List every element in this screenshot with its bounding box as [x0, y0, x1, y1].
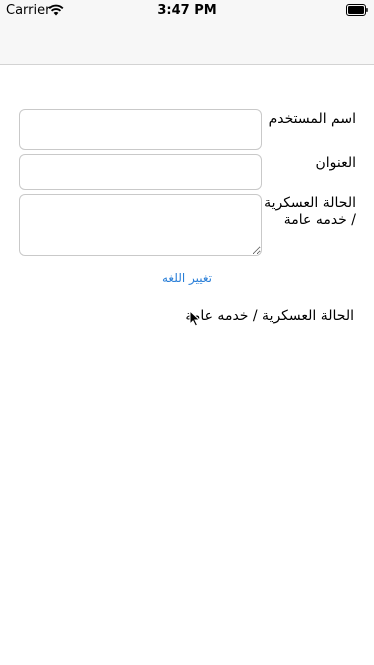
clock-time: 3:47 PM	[157, 3, 217, 18]
mouse-cursor-icon	[189, 310, 201, 327]
username-field[interactable]	[19, 109, 262, 150]
status-bar: Carrier 3:47 PM	[0, 0, 374, 22]
military-status-field[interactable]	[19, 194, 262, 256]
navigation-bar	[0, 22, 374, 65]
username-label: اسم المستخدم	[268, 111, 356, 127]
battery-icon	[346, 4, 368, 16]
change-language-button[interactable]: تغيير اللغه	[0, 271, 374, 285]
address-label: العنوان	[315, 155, 356, 171]
military-status-result-label: الحالة العسكرية / خدمه عامة	[185, 308, 354, 324]
military-status-label: الحالة العسكرية / خدمه عامة	[264, 195, 356, 228]
address-field[interactable]	[19, 154, 262, 190]
